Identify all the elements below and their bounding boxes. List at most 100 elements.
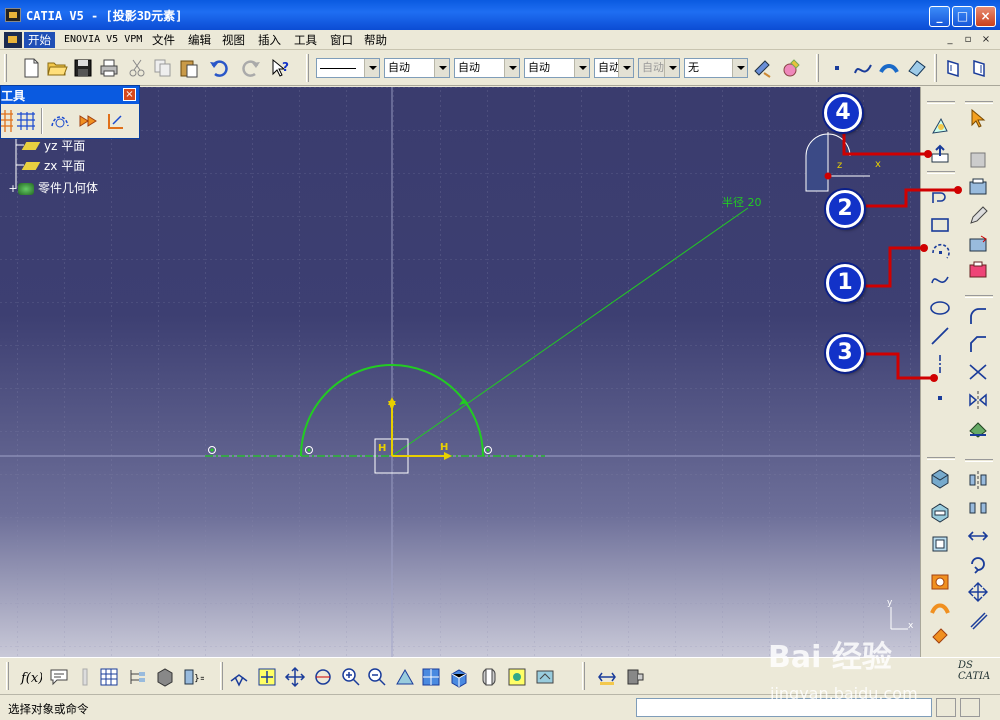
toolbar-grip[interactable] — [306, 54, 309, 82]
select-arrow-icon[interactable] — [967, 107, 989, 129]
status-button-right[interactable] — [960, 698, 980, 717]
comment-icon[interactable] — [48, 666, 70, 688]
open-folder-icon[interactable] — [46, 57, 68, 79]
menu-edit[interactable]: 编辑 — [184, 32, 215, 48]
ellipse-icon[interactable] — [929, 297, 951, 319]
normal-view-icon[interactable] — [394, 666, 416, 688]
menu-view[interactable]: 视图 — [218, 32, 249, 48]
sweep-icon[interactable] — [906, 57, 928, 79]
command-input[interactable] — [636, 698, 932, 717]
toolbar-grip[interactable] — [4, 54, 7, 82]
redo-icon[interactable] — [240, 57, 262, 79]
project-3d-elements-icon[interactable] — [929, 143, 951, 165]
line-type-combo[interactable]: 自动 — [454, 58, 520, 78]
snap-to-point-icon[interactable] — [15, 110, 37, 132]
corner-icon[interactable] — [967, 305, 989, 327]
expand-icon[interactable]: + — [8, 182, 18, 195]
line-color-combo[interactable] — [316, 58, 380, 78]
maximize-button[interactable]: □ — [952, 6, 973, 27]
point-type-combo[interactable]: 自动 — [524, 58, 590, 78]
menu-window[interactable]: 窗口 — [326, 32, 357, 48]
pencil-icon[interactable] — [967, 205, 989, 227]
trim-icon[interactable] — [967, 361, 989, 383]
tools-toolbar-close-button[interactable]: × — [123, 88, 136, 101]
document-icon[interactable] — [4, 32, 22, 48]
symmetry-icon[interactable] — [967, 469, 989, 491]
iso-view-icon[interactable] — [448, 666, 470, 688]
toolbar-grip[interactable] — [816, 54, 819, 82]
circle-icon[interactable] — [929, 241, 951, 263]
zoom-in-icon[interactable] — [340, 666, 362, 688]
tree-item-part-body[interactable]: + 零件几何体 — [8, 179, 98, 196]
translate-icon[interactable] — [967, 497, 989, 519]
tree-structure-icon[interactable] — [126, 666, 148, 688]
menu-start[interactable]: 开始 — [24, 32, 55, 48]
status-button-left[interactable] — [936, 698, 956, 717]
knowledge-icon[interactable] — [74, 666, 96, 688]
menu-file[interactable]: 文件 — [148, 32, 179, 48]
pocket-icon[interactable] — [929, 501, 951, 523]
spline-tool-icon[interactable] — [929, 269, 951, 291]
print-icon[interactable] — [98, 57, 120, 79]
construction-geometry-icon[interactable] — [49, 110, 71, 132]
line-thickness-combo[interactable]: 自动 — [384, 58, 450, 78]
measure-icon[interactable] — [596, 666, 618, 688]
tools-floating-toolbar[interactable]: 工具 × — [0, 85, 140, 139]
measure-item-icon[interactable] — [624, 666, 646, 688]
project-edges-icon[interactable] — [967, 417, 989, 439]
new-file-icon[interactable] — [20, 57, 42, 79]
shading-icon[interactable] — [478, 666, 500, 688]
zoom-out-icon[interactable] — [366, 666, 388, 688]
pan-icon[interactable] — [284, 666, 306, 688]
mirror-icon[interactable] — [967, 389, 989, 411]
fly-through-icon[interactable] — [228, 666, 250, 688]
offset-icon[interactable] — [967, 609, 989, 631]
shaft-icon[interactable] — [929, 533, 951, 555]
format-painter-icon[interactable] — [752, 57, 774, 79]
output-feature-icon[interactable] — [967, 259, 989, 281]
tree-item-yz-plane[interactable]: yz 平面 — [21, 137, 85, 154]
table-icon[interactable] — [98, 666, 120, 688]
mdi-close-button[interactable]: × — [978, 33, 994, 47]
toolbar-grip[interactable] — [220, 662, 223, 690]
sketch-analysis-icon[interactable] — [929, 115, 951, 137]
mdi-restore-button[interactable]: ▫ — [960, 33, 976, 47]
grid-icon[interactable] — [1, 110, 15, 132]
layer-combo[interactable]: 自动 — [594, 58, 634, 78]
menu-enovia[interactable]: ENOVIA V5 VPM — [60, 32, 146, 48]
spline-icon[interactable] — [852, 57, 874, 79]
rotate-icon[interactable] — [967, 553, 989, 575]
profile-icon[interactable] — [929, 187, 951, 209]
hide-show-toggle-icon[interactable] — [506, 666, 528, 688]
multi-view-icon[interactable] — [420, 666, 442, 688]
toolbar-grip[interactable] — [6, 662, 9, 690]
minimize-button[interactable]: _ — [929, 6, 950, 27]
hide-show-icon[interactable] — [154, 666, 176, 688]
sketch-viewport[interactable]: 半径 20 V H H z x y x yz 平面 zx 平面 + 零件几何体 — [0, 87, 920, 657]
chamfer-icon[interactable] — [967, 333, 989, 355]
formula-icon[interactable]: f(x) — [20, 666, 42, 688]
copy-icon[interactable] — [152, 57, 174, 79]
axis-icon[interactable] — [929, 353, 951, 375]
menu-tools[interactable]: 工具 — [290, 32, 321, 48]
fit-all-icon[interactable] — [256, 666, 278, 688]
sketch-icon[interactable] — [967, 177, 989, 199]
tree-item-zx-plane[interactable]: zx 平面 — [21, 157, 85, 174]
sketch-canvas[interactable]: 半径 20 V H H z x y x — [0, 87, 920, 657]
whats-this-help-icon[interactable]: ? — [270, 57, 292, 79]
apply-material-icon[interactable] — [780, 57, 802, 79]
undo-icon[interactable] — [208, 57, 230, 79]
menu-help[interactable]: 帮助 — [360, 32, 391, 48]
surface-icon[interactable] — [878, 57, 900, 79]
layer-filter-combo[interactable]: 无 — [684, 58, 748, 78]
mdi-minimize-button[interactable]: _ — [942, 33, 958, 47]
save-icon[interactable] — [72, 57, 94, 79]
positioned-sketch-icon[interactable] — [967, 233, 989, 255]
slot-icon[interactable] — [929, 623, 951, 645]
exit-workbench-icon[interactable] — [967, 149, 989, 171]
walk-mode-icon[interactable] — [968, 57, 990, 79]
toolbar-grip[interactable] — [582, 662, 585, 690]
cut-icon[interactable] — [126, 57, 148, 79]
paste-icon[interactable] — [178, 57, 200, 79]
rectangle-icon[interactable] — [929, 214, 951, 236]
